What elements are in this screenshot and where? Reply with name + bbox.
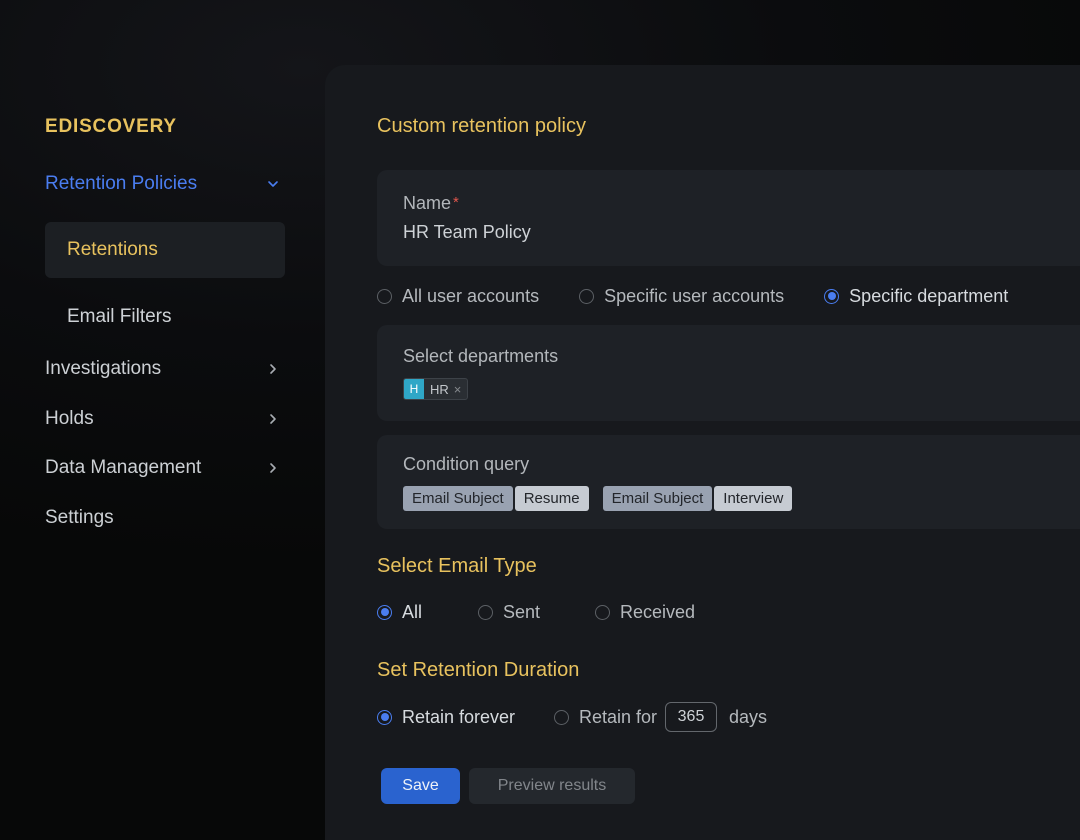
sidebar-item-label: Data Management: [45, 457, 201, 479]
sidebar-item-settings[interactable]: Settings: [45, 505, 195, 531]
condition-field-token[interactable]: Email Subject: [603, 486, 713, 511]
department-avatar: H: [404, 378, 424, 400]
save-button[interactable]: Save: [381, 768, 460, 804]
radio-email-all[interactable]: All: [377, 597, 422, 627]
department-chip-hr[interactable]: H HR ×: [403, 378, 468, 400]
sidebar-item-retentions[interactable]: Retentions: [45, 222, 285, 278]
condition-query-label: Condition query: [403, 454, 1054, 475]
field-label-text: Name: [403, 193, 451, 213]
chevron-right-icon: [266, 461, 280, 475]
main-panel: Custom retention policy Name* HR Team Po…: [325, 65, 1080, 840]
department-chip-label: HR: [424, 382, 454, 397]
radio-specific-department[interactable]: Specific department: [824, 286, 1008, 307]
sidebar-item-label: Investigations: [45, 358, 161, 380]
chevron-right-icon: [266, 362, 280, 376]
retention-days-input[interactable]: [665, 702, 717, 732]
action-bar: Save Preview results: [381, 768, 635, 804]
sidebar-item-label: Retention Policies: [45, 173, 197, 195]
condition-pair: Email Subject Interview: [603, 486, 793, 511]
name-field-card[interactable]: Name* HR Team Policy: [377, 170, 1080, 266]
radio-selected-icon: [824, 289, 839, 304]
radio-label: Specific user accounts: [604, 286, 784, 307]
radio-label: Retain forever: [402, 707, 515, 728]
radio-all-user-accounts[interactable]: All user accounts: [377, 286, 539, 307]
radio-unselected-icon: [554, 710, 569, 725]
page-title: Custom retention policy: [377, 115, 586, 138]
sidebar-item-investigations[interactable]: Investigations: [45, 356, 280, 382]
radio-label: Specific department: [849, 286, 1008, 307]
radio-retain-for[interactable]: Retain for: [554, 701, 657, 733]
app-brand: EDISCOVERY: [45, 116, 177, 138]
preview-results-button[interactable]: Preview results: [469, 768, 635, 804]
radio-unselected-icon: [595, 605, 610, 620]
chevron-down-icon: [266, 177, 280, 191]
required-asterisk: *: [453, 194, 459, 211]
sidebar-item-label: Retentions: [67, 239, 158, 261]
sidebar-item-email-filters[interactable]: Email Filters: [67, 306, 172, 328]
sidebar: EDISCOVERY Retention Policies Retentions…: [0, 0, 325, 840]
radio-email-sent[interactable]: Sent: [478, 597, 540, 627]
condition-pair: Email Subject Resume: [403, 486, 589, 511]
scope-options: All user accounts Specific user accounts…: [377, 281, 1008, 311]
radio-selected-icon: [377, 605, 392, 620]
condition-query-card[interactable]: Condition query Email Subject Resume Ema…: [377, 435, 1080, 529]
radio-selected-icon: [377, 710, 392, 725]
email-type-heading: Select Email Type: [377, 555, 537, 578]
radio-specific-user-accounts[interactable]: Specific user accounts: [579, 286, 784, 307]
name-field-label: Name*: [403, 193, 1054, 214]
condition-value-token[interactable]: Resume: [515, 486, 589, 511]
radio-email-received[interactable]: Received: [595, 597, 695, 627]
sidebar-item-retention-policies[interactable]: Retention Policies: [45, 171, 280, 197]
radio-unselected-icon: [579, 289, 594, 304]
chevron-right-icon: [266, 412, 280, 426]
retention-duration-options: Retain forever Retain for days: [377, 701, 877, 733]
days-suffix-label: days: [729, 707, 767, 728]
sidebar-item-label: Email Filters: [67, 306, 172, 327]
email-type-options: All Sent Received: [377, 597, 797, 627]
condition-token-row: Email Subject Resume Email Subject Inter…: [403, 486, 1054, 511]
app-root: EDISCOVERY Retention Policies Retentions…: [0, 0, 1080, 840]
radio-unselected-icon: [377, 289, 392, 304]
radio-label: Retain for: [579, 707, 657, 728]
departments-card[interactable]: Select departments H HR ×: [377, 325, 1080, 421]
radio-label: Received: [620, 602, 695, 623]
sidebar-item-data-management[interactable]: Data Management: [45, 455, 280, 481]
chip-remove-icon[interactable]: ×: [454, 382, 468, 397]
radio-retain-forever[interactable]: Retain forever: [377, 701, 515, 733]
sidebar-item-label: Holds: [45, 408, 94, 430]
radio-label: All user accounts: [402, 286, 539, 307]
sidebar-item-holds[interactable]: Holds: [45, 406, 280, 432]
sidebar-item-label: Settings: [45, 507, 114, 529]
retention-duration-heading: Set Retention Duration: [377, 659, 579, 682]
radio-unselected-icon: [478, 605, 493, 620]
name-field-value[interactable]: HR Team Policy: [403, 222, 1054, 243]
radio-label: Sent: [503, 602, 540, 623]
condition-value-token[interactable]: Interview: [714, 486, 792, 511]
department-chip-row: H HR ×: [403, 378, 1054, 400]
radio-label: All: [402, 602, 422, 623]
condition-field-token[interactable]: Email Subject: [403, 486, 513, 511]
departments-label: Select departments: [403, 346, 1054, 367]
